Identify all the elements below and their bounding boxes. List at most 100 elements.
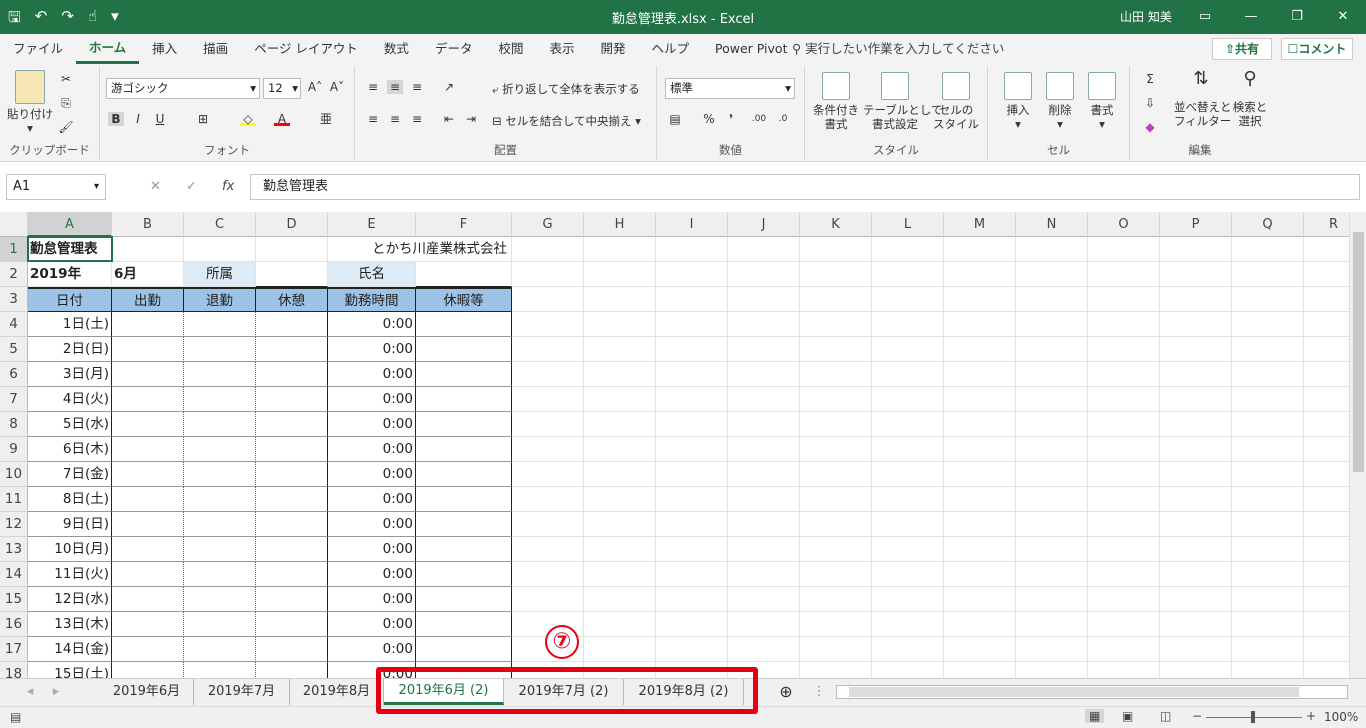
- decrease-indent-icon[interactable]: ⇤: [441, 112, 457, 126]
- grid-cell[interactable]: [800, 487, 872, 512]
- grid-cell[interactable]: [256, 262, 328, 287]
- grid-cell[interactable]: [1232, 587, 1304, 612]
- grid-cell[interactable]: [800, 337, 872, 362]
- sheet-title-cell[interactable]: 勤怠管理表: [28, 237, 112, 262]
- clock-in-cell[interactable]: [112, 437, 184, 462]
- work-time-cell[interactable]: 0:00: [328, 437, 416, 462]
- grid-cell[interactable]: [944, 662, 1016, 678]
- restore-icon[interactable]: ❐: [1274, 0, 1320, 34]
- row-header[interactable]: 12: [0, 512, 28, 537]
- leave-cell[interactable]: [416, 387, 512, 412]
- grid-cell[interactable]: [800, 237, 872, 262]
- conditional-format-button[interactable]: 条件付き 書式: [811, 72, 861, 131]
- grid-cell[interactable]: [800, 537, 872, 562]
- clock-in-cell[interactable]: [112, 312, 184, 337]
- row-header[interactable]: 3: [0, 287, 28, 312]
- grid-cell[interactable]: [1160, 512, 1232, 537]
- grid-cell[interactable]: [944, 437, 1016, 462]
- grid-cell[interactable]: [656, 287, 728, 312]
- menu-tab[interactable]: 校閲: [485, 34, 536, 64]
- grid-cell[interactable]: [728, 612, 800, 637]
- clock-out-cell[interactable]: [184, 612, 256, 637]
- grid-cell[interactable]: [1088, 287, 1160, 312]
- grid-cell[interactable]: [728, 287, 800, 312]
- increase-decimal-icon[interactable]: .00: [751, 112, 767, 126]
- grid-cell[interactable]: [1232, 412, 1304, 437]
- work-time-cell[interactable]: 0:00: [328, 612, 416, 637]
- grid-cell[interactable]: [944, 237, 1016, 262]
- header-cell[interactable]: 日付: [28, 287, 112, 312]
- clock-out-cell[interactable]: [184, 362, 256, 387]
- grid-cell[interactable]: [1088, 237, 1160, 262]
- grid-cell[interactable]: [512, 512, 584, 537]
- grid-cell[interactable]: [944, 287, 1016, 312]
- grid-cell[interactable]: [1016, 312, 1088, 337]
- grid-cell[interactable]: [512, 237, 584, 262]
- column-header[interactable]: M: [944, 212, 1016, 237]
- grid-cell[interactable]: [872, 387, 944, 412]
- grid-cell[interactable]: [1160, 462, 1232, 487]
- grid-cell[interactable]: [728, 637, 800, 662]
- grid-cell[interactable]: [872, 362, 944, 387]
- grid-cell[interactable]: [1232, 487, 1304, 512]
- row-header[interactable]: 6: [0, 362, 28, 387]
- grid-cell[interactable]: [512, 462, 584, 487]
- font-color-icon[interactable]: A: [274, 112, 290, 126]
- clock-out-cell[interactable]: [184, 637, 256, 662]
- grid-cell[interactable]: [1016, 287, 1088, 312]
- cell-styles-button[interactable]: セルの スタイル: [931, 72, 981, 131]
- grid-cell[interactable]: [656, 562, 728, 587]
- grid-cell[interactable]: [1016, 587, 1088, 612]
- date-cell[interactable]: 14日(金): [28, 637, 112, 662]
- grid-cell[interactable]: [1016, 337, 1088, 362]
- grid-cell[interactable]: [1088, 512, 1160, 537]
- grid-cell[interactable]: [1232, 562, 1304, 587]
- sheet-tab[interactable]: 2019年8月: [290, 679, 384, 705]
- leave-cell[interactable]: [416, 487, 512, 512]
- page-break-view-icon[interactable]: ◫: [1160, 709, 1171, 723]
- grid-cell[interactable]: [584, 487, 656, 512]
- grid-cell[interactable]: [872, 512, 944, 537]
- grid-cell[interactable]: [1016, 562, 1088, 587]
- grid-cell[interactable]: [1088, 537, 1160, 562]
- leave-cell[interactable]: [416, 412, 512, 437]
- leave-cell[interactable]: [416, 612, 512, 637]
- grid-cell[interactable]: [944, 587, 1016, 612]
- grid-cell[interactable]: [728, 412, 800, 437]
- grid-cell[interactable]: [656, 487, 728, 512]
- clock-out-cell[interactable]: [184, 537, 256, 562]
- header-cell[interactable]: 休暇等: [416, 287, 512, 312]
- grid-cell[interactable]: [1232, 387, 1304, 412]
- grid-cell[interactable]: [872, 262, 944, 287]
- grid-cell[interactable]: [1160, 662, 1232, 678]
- grid-cell[interactable]: [184, 237, 256, 262]
- grid-cell[interactable]: [1160, 637, 1232, 662]
- grid-cell[interactable]: [872, 587, 944, 612]
- column-header[interactable]: B: [112, 212, 184, 237]
- grid-cell[interactable]: [584, 337, 656, 362]
- break-cell[interactable]: [256, 387, 328, 412]
- orientation-icon[interactable]: ↗: [441, 80, 457, 94]
- work-time-cell[interactable]: 0:00: [328, 312, 416, 337]
- page-layout-view-icon[interactable]: ▣: [1122, 709, 1133, 723]
- leave-cell[interactable]: [416, 462, 512, 487]
- grid-cell[interactable]: [872, 237, 944, 262]
- grid-cell[interactable]: [584, 462, 656, 487]
- prev-sheet-icon[interactable]: ◂: [20, 679, 40, 705]
- grid-cell[interactable]: [1088, 562, 1160, 587]
- grid-cell[interactable]: [512, 337, 584, 362]
- break-cell[interactable]: [256, 487, 328, 512]
- grid-cell[interactable]: [1160, 437, 1232, 462]
- column-header[interactable]: O: [1088, 212, 1160, 237]
- leave-cell[interactable]: [416, 587, 512, 612]
- clock-in-cell[interactable]: [112, 662, 184, 678]
- grid-cell[interactable]: [872, 562, 944, 587]
- decrease-decimal-icon[interactable]: .0: [775, 112, 791, 126]
- date-cell[interactable]: 1日(土): [28, 312, 112, 337]
- grid-cell[interactable]: [656, 362, 728, 387]
- header-cell[interactable]: 出勤: [112, 287, 184, 312]
- grid-cell[interactable]: [1016, 612, 1088, 637]
- increase-indent-icon[interactable]: ⇥: [463, 112, 479, 126]
- grid-cell[interactable]: [1160, 312, 1232, 337]
- grid-cell[interactable]: [584, 362, 656, 387]
